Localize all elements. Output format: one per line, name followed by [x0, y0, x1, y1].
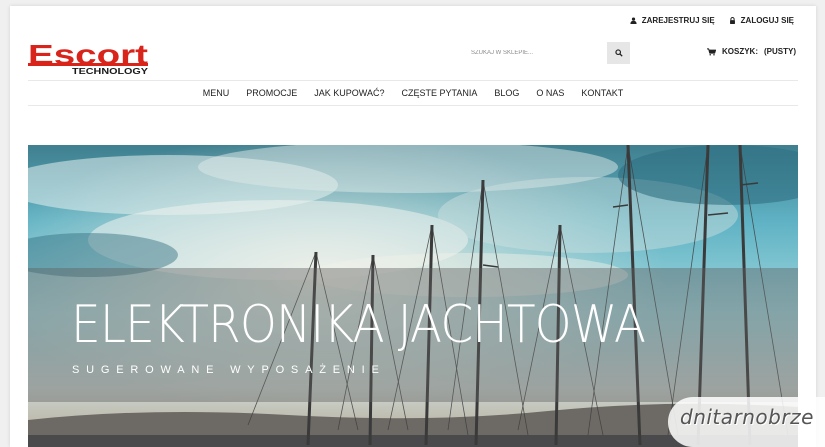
page: ZAREJESTRUJ SIĘ ZALOGUJ SIĘ Escort TECHN…: [10, 6, 816, 447]
register-label: ZAREJESTRUJ SIĘ: [641, 16, 715, 25]
nav-item-czeste-pytania[interactable]: CZĘSTE PYTANIA: [401, 88, 477, 98]
hero-subtitle: SUGEROWANE WYPOSAŻENIE: [72, 364, 386, 376]
cart-icon: [707, 47, 716, 56]
watermark: dnitarnobrze: [668, 397, 825, 447]
nav-item-blog[interactable]: BLOG: [494, 88, 519, 98]
svg-text:TECHNOLOGY: TECHNOLOGY: [72, 66, 148, 75]
site-logo[interactable]: Escort TECHNOLOGY: [28, 41, 150, 75]
search-icon: [614, 49, 623, 57]
nav-item-kontakt[interactable]: KONTAKT: [581, 88, 623, 98]
top-bar: ZAREJESTRUJ SIĘ ZALOGUJ SIĘ: [630, 16, 794, 25]
hero-title: ELEKTRONIKA JACHTOWA: [71, 295, 646, 355]
nav-item-promocje[interactable]: PROMOCJE: [246, 88, 297, 98]
nav-item-o-nas[interactable]: O NAS: [536, 88, 564, 98]
cart-label: KOSZYK:: [722, 47, 758, 56]
watermark-text: dnitarnobrze: [680, 405, 814, 429]
main-nav: MENU PROMOCJE JAK KUPOWAĆ? CZĘSTE PYTANI…: [28, 80, 798, 106]
user-icon: [630, 17, 637, 24]
login-link[interactable]: ZALOGUJ SIĘ: [729, 16, 794, 25]
lock-icon: [729, 17, 735, 24]
search-box: [463, 42, 630, 64]
register-link[interactable]: ZAREJESTRUJ SIĘ: [630, 16, 715, 25]
cart-status: (PUSTY): [764, 47, 796, 56]
login-label: ZALOGUJ SIĘ: [740, 16, 794, 25]
nav-item-menu[interactable]: MENU: [203, 88, 230, 98]
cart-link[interactable]: KOSZYK: (PUSTY): [707, 47, 796, 56]
nav-item-jak-kupowac[interactable]: JAK KUPOWAĆ?: [314, 88, 384, 98]
search-button[interactable]: [607, 42, 630, 64]
search-input[interactable]: [463, 42, 607, 64]
